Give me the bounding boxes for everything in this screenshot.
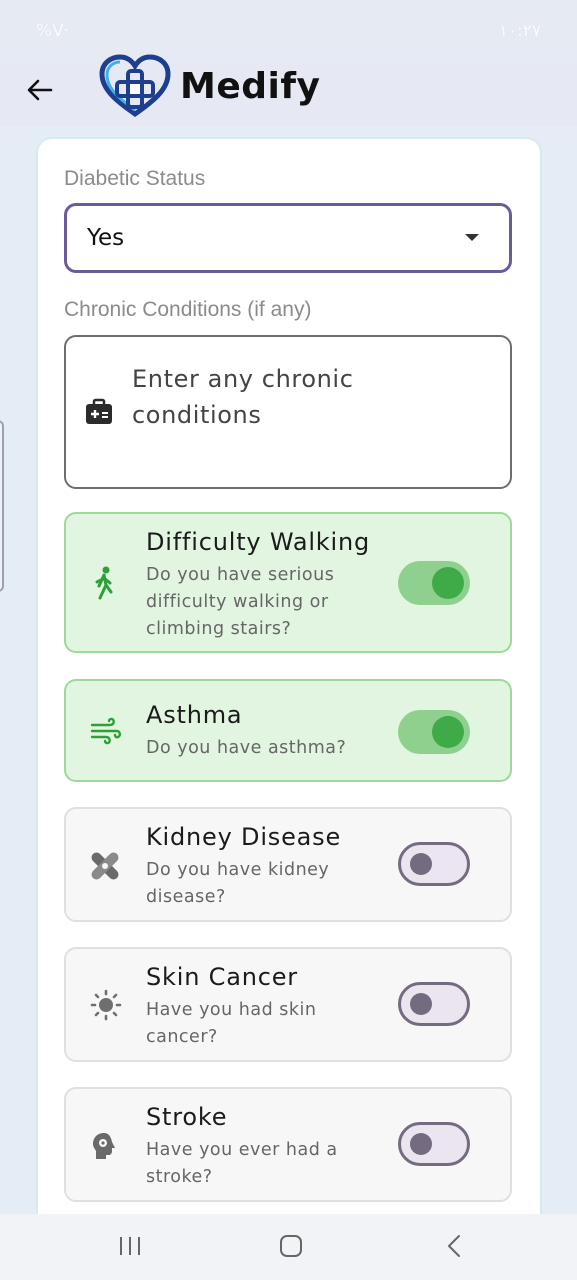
description-line: climbing stairs?	[146, 619, 292, 639]
head-gear-icon	[93, 1133, 115, 1159]
description-line: Do you have kidney	[146, 860, 330, 880]
heart-cross-logo	[99, 54, 171, 118]
dropdown-arrow-icon	[465, 234, 479, 241]
description-line: Have you had skin	[146, 1000, 317, 1020]
description-line: Do you have serious	[146, 565, 335, 585]
back-button[interactable]	[20, 70, 60, 110]
status-right: ١٠:٢٧	[499, 21, 541, 41]
toggle-kidney-disease[interactable]	[398, 842, 470, 886]
battery-status-text: %V·	[36, 21, 70, 41]
description-line: stroke?	[146, 1167, 213, 1187]
toggle-knob	[410, 993, 432, 1015]
toggle-difficulty-walking[interactable]	[398, 561, 470, 605]
condition-description: Do you have asthma?	[146, 735, 406, 762]
app-bar: Medify	[0, 54, 577, 126]
status-left: %V·	[36, 21, 69, 41]
app-title: Medify	[180, 66, 321, 107]
toggle-knob	[410, 853, 432, 875]
diabetic-status-value: Yes	[87, 225, 125, 251]
condition-description: Have you ever had a stroke?	[146, 1137, 366, 1191]
chronic-conditions-placeholder: Enter any chronic conditions	[132, 361, 432, 433]
medical-kit-icon	[86, 398, 112, 424]
arrow-left-icon	[27, 79, 53, 101]
toggle-asthma[interactable]	[398, 710, 470, 754]
description-line: cancer?	[146, 1027, 218, 1047]
back-nav-icon[interactable]	[443, 1234, 467, 1258]
condition-card-difficulty-walking: Difficulty Walking Do you have serious d…	[64, 512, 512, 653]
sun-icon	[90, 989, 122, 1021]
clock-text: ١٠:٢٧	[498, 21, 541, 41]
condition-card-kidney-disease: Kidney Disease Do you have kidney diseas…	[64, 807, 512, 922]
condition-title: Stroke	[146, 1103, 228, 1131]
condition-card-skin-cancer: Skin Cancer Have you had skin cancer?	[64, 947, 512, 1062]
side-drawer-handle[interactable]	[0, 420, 4, 592]
toggle-skin-cancer[interactable]	[398, 982, 470, 1026]
diabetic-status-select[interactable]: Yes	[64, 203, 512, 273]
system-nav-bar	[0, 1214, 577, 1280]
condition-title: Difficulty Walking	[146, 528, 371, 556]
condition-title: Skin Cancer	[146, 963, 298, 991]
placeholder-line-1: Enter any chronic	[132, 365, 354, 393]
condition-title: Asthma	[146, 701, 243, 729]
description-line: difficulty walking or	[146, 592, 329, 612]
placeholder-line-2: conditions	[132, 401, 262, 429]
description-line: disease?	[146, 887, 226, 907]
toggle-knob	[410, 1133, 432, 1155]
condition-title: Kidney Disease	[146, 823, 342, 851]
condition-description: Do you have kidney disease?	[146, 857, 366, 911]
toggle-stroke[interactable]	[398, 1122, 470, 1166]
chronic-conditions-label: Chronic Conditions (if any)	[64, 298, 312, 321]
condition-description: Do you have serious difficulty walking o…	[146, 562, 366, 643]
condition-card-asthma: Asthma Do you have asthma?	[64, 679, 512, 782]
description-line: Do you have asthma?	[146, 738, 347, 758]
chronic-conditions-input[interactable]: Enter any chronic conditions	[64, 335, 512, 489]
condition-card-stroke: Stroke Have you ever had a stroke?	[64, 1087, 512, 1202]
toggle-knob	[432, 716, 464, 748]
home-icon[interactable]	[279, 1234, 303, 1258]
walking-person-icon	[95, 566, 113, 600]
status-bar: %V· ١٠:٢٧	[0, 0, 577, 62]
wind-icon	[90, 717, 121, 745]
condition-description: Have you had skin cancer?	[146, 997, 366, 1051]
bandage-icon	[91, 852, 119, 880]
description-line: Have you ever had a	[146, 1140, 338, 1160]
diabetic-status-label: Diabetic Status	[64, 167, 206, 190]
toggle-knob	[432, 567, 464, 599]
recent-apps-icon[interactable]	[118, 1234, 142, 1258]
